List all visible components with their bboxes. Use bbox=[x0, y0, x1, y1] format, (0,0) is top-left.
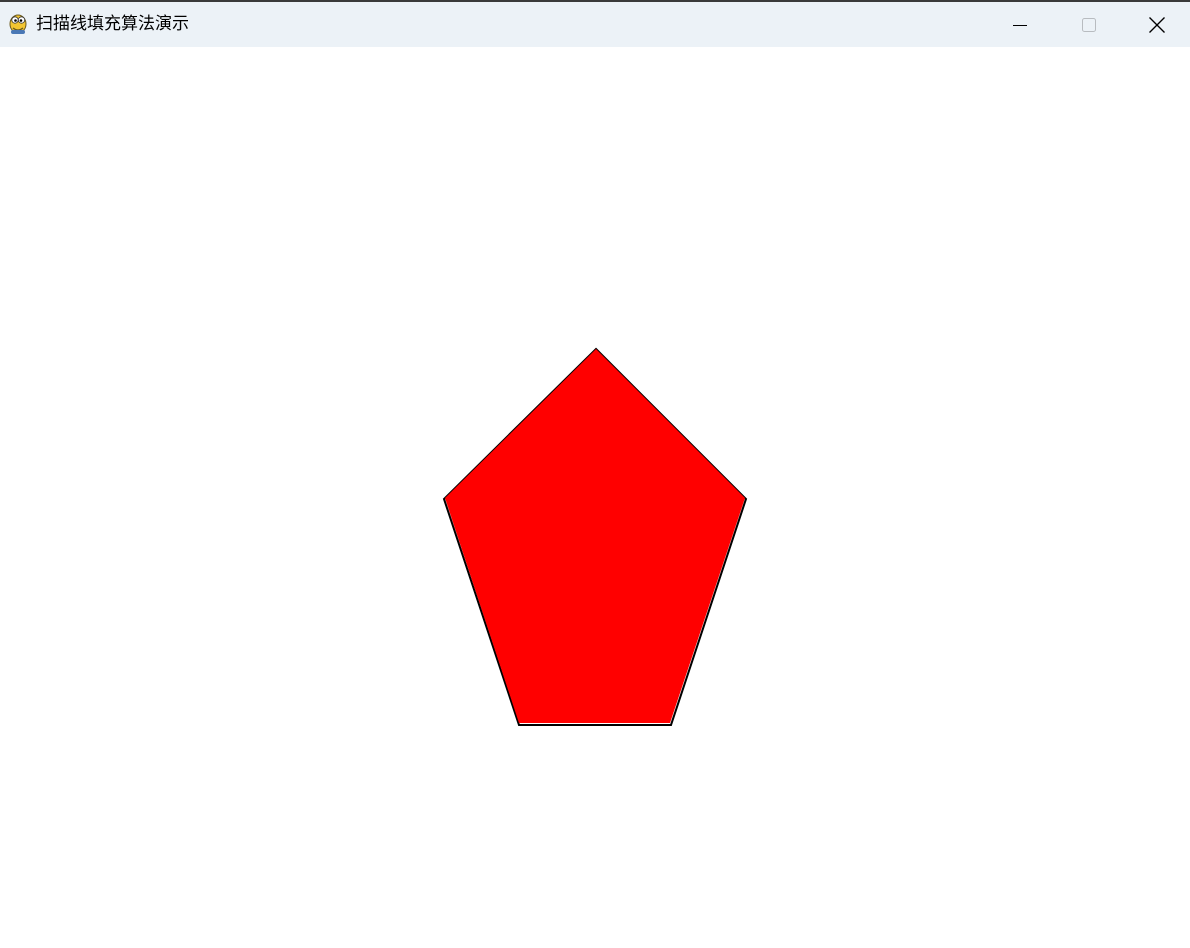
python-snake-icon bbox=[7, 11, 29, 35]
maximize-button[interactable] bbox=[1054, 2, 1124, 47]
app-window: 扫描线填充算法演示 bbox=[0, 0, 1190, 944]
title-bar[interactable]: 扫描线填充算法演示 bbox=[0, 2, 1190, 47]
window-title: 扫描线填充算法演示 bbox=[36, 14, 189, 34]
canvas-svg bbox=[442, 347, 748, 726]
drawing-canvas[interactable] bbox=[0, 47, 1190, 944]
close-button[interactable] bbox=[1124, 2, 1190, 47]
filled-pentagon bbox=[445, 349, 745, 723]
close-icon bbox=[1149, 16, 1165, 33]
minimize-icon bbox=[1013, 24, 1027, 26]
minimize-button[interactable] bbox=[985, 2, 1055, 47]
maximize-icon bbox=[1082, 17, 1096, 32]
